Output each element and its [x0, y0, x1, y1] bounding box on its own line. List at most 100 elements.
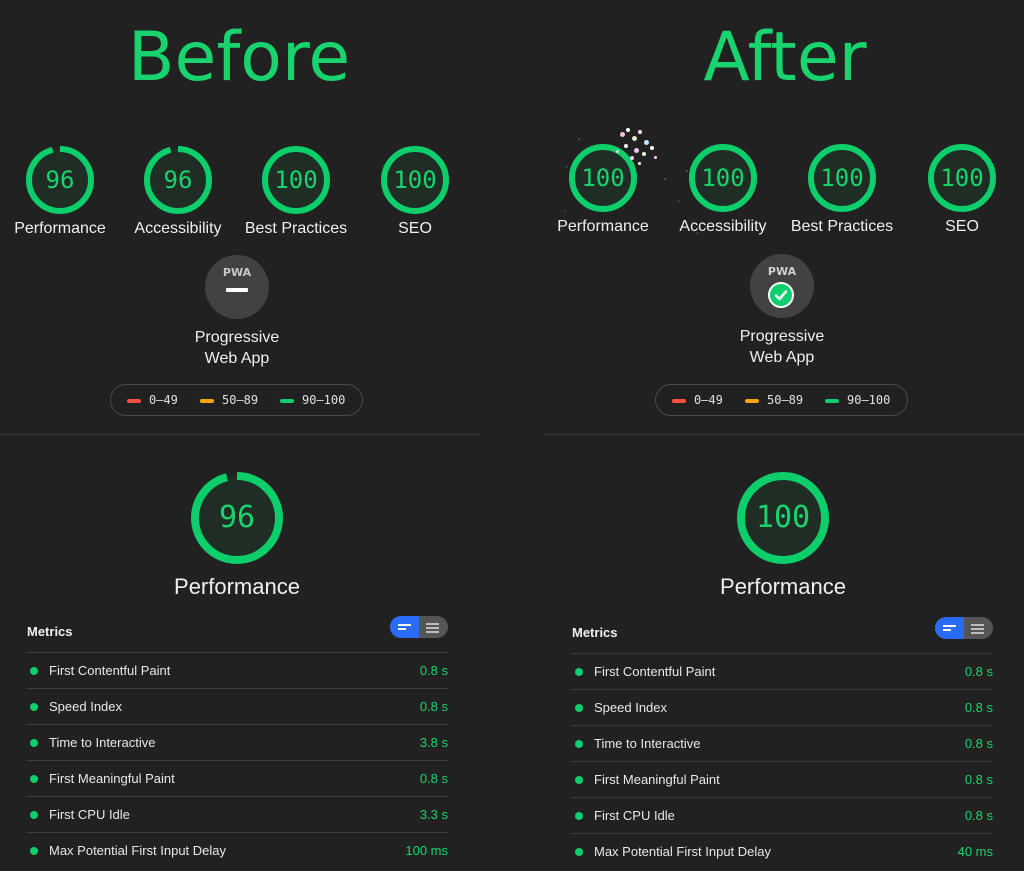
metric-value: 0.8 s	[419, 699, 448, 714]
metrics-view-toggle[interactable]	[390, 616, 448, 638]
after-panel: After 100 Performance 100 Accessibility …	[546, 0, 1024, 871]
metric-row: First Contentful Paint 0.8 s	[27, 653, 448, 689]
legend-item-average: 50–89	[200, 393, 258, 407]
pwa-label: Progressive Web App	[702, 326, 862, 368]
metrics-title: Metrics	[572, 625, 618, 640]
pwa-label-line1: Progressive	[194, 329, 280, 346]
metric-row: First Meaningful Paint 0.8 s	[572, 762, 993, 798]
pass-dot-icon	[575, 740, 583, 748]
pwa-label-line2: Web App	[749, 349, 815, 366]
score-value: 100	[581, 164, 625, 192]
pwa-gauge[interactable]: PWA Progressive Web App	[157, 255, 317, 369]
metric-name: First CPU Idle	[594, 808, 675, 823]
pass-dot-icon	[575, 776, 583, 784]
pass-dot-icon	[30, 739, 38, 747]
metric-name: First Meaningful Paint	[594, 772, 720, 787]
pass-dot-icon	[575, 848, 583, 856]
gauge-label: SEO	[945, 218, 979, 235]
pass-dot-icon	[30, 847, 38, 855]
gauge-best-practices[interactable]: 100 Best Practices	[782, 144, 902, 236]
compact-view-icon[interactable]	[390, 616, 419, 638]
score-value: 100	[940, 164, 984, 192]
metrics-view-toggle[interactable]	[935, 617, 993, 639]
metric-value: 0.8 s	[964, 664, 993, 679]
metric-name: Max Potential First Input Delay	[49, 843, 227, 858]
metric-name: First CPU Idle	[49, 807, 130, 822]
before-title: Before	[127, 18, 351, 97]
metric-value: 0.8 s	[964, 808, 993, 823]
pwa-gauge[interactable]: PWA Progressive Web App	[702, 254, 862, 368]
metric-value: 100 ms	[405, 843, 448, 858]
gauge-label: SEO	[398, 220, 432, 237]
score-value: 96	[218, 500, 256, 535]
metric-value: 0.8 s	[419, 771, 448, 786]
pwa-label-line1: Progressive	[739, 328, 825, 345]
red-dot-icon	[127, 398, 141, 403]
compact-view-icon[interactable]	[935, 617, 964, 639]
gauge-accessibility[interactable]: 96 Accessibility	[118, 146, 238, 238]
metric-name: First Contentful Paint	[594, 664, 716, 679]
dash-icon	[226, 288, 248, 292]
orange-dot-icon	[200, 398, 214, 403]
pass-dot-icon	[30, 775, 38, 783]
metric-row: Max Potential First Input Delay 100 ms	[27, 833, 448, 868]
metric-row: Speed Index 0.8 s	[27, 689, 448, 725]
legend-item-pass: 90–100	[280, 393, 345, 407]
score-legend: 0–49 50–89 90–100	[655, 384, 908, 416]
score-value: 100	[820, 164, 864, 192]
metric-name: First Meaningful Paint	[49, 771, 175, 786]
after-title: After	[703, 18, 867, 97]
pwa-label-line2: Web App	[204, 350, 270, 367]
pass-dot-icon	[30, 703, 38, 711]
gauge-seo[interactable]: 100 SEO	[902, 144, 1022, 236]
metric-name: Max Potential First Input Delay	[594, 844, 772, 859]
metrics-title: Metrics	[27, 624, 73, 639]
gauge-label: Best Practices	[790, 218, 894, 235]
gauge-accessibility[interactable]: 100 Accessibility	[663, 144, 783, 236]
pass-dot-icon	[30, 667, 38, 675]
score-value: 100	[393, 166, 437, 194]
gauge-performance[interactable]: 96 Performance	[0, 146, 120, 238]
divider	[0, 434, 478, 435]
metric-value: 3.3 s	[419, 807, 448, 822]
performance-title: Performance	[720, 574, 846, 599]
metric-value: 3.8 s	[419, 735, 448, 750]
score-value: 100	[755, 500, 811, 535]
gauge-seo[interactable]: 100 SEO	[355, 146, 475, 238]
metric-value: 0.8 s	[964, 736, 993, 751]
gauge-label: Performance	[14, 220, 106, 237]
pwa-logo: PWA	[222, 266, 252, 279]
pass-dot-icon	[575, 812, 583, 820]
performance-gauge-large: 100 Performance	[683, 472, 883, 600]
green-dot-icon	[280, 398, 294, 403]
gauge-best-practices[interactable]: 100 Best Practices	[236, 146, 356, 238]
metric-value: 0.8 s	[964, 772, 993, 787]
metric-value: 40 ms	[957, 844, 993, 859]
metric-row: Max Potential First Input Delay 40 ms	[572, 834, 993, 869]
checkmark-icon	[768, 282, 794, 308]
metric-row: First CPU Idle 3.3 s	[27, 797, 448, 833]
metric-row: First Contentful Paint 0.8 s	[572, 654, 993, 690]
pass-dot-icon	[575, 704, 583, 712]
orange-dot-icon	[745, 398, 759, 403]
metric-name: Time to Interactive	[594, 736, 701, 751]
pass-dot-icon	[30, 811, 38, 819]
pwa-logo: PWA	[767, 265, 797, 278]
red-dot-icon	[672, 398, 686, 403]
gauge-label: Performance	[557, 218, 649, 235]
metric-value: 0.8 s	[964, 700, 993, 715]
metric-row: First CPU Idle 0.8 s	[572, 798, 993, 834]
pass-dot-icon	[575, 668, 583, 676]
before-panel: Before 96 Performance 96 Accessibility 1…	[0, 0, 478, 871]
gauge-label: Accessibility	[134, 220, 222, 237]
performance-title: Performance	[174, 574, 300, 599]
metrics-section: Metrics First Contentful Paint 0.8 s Spee…	[27, 616, 448, 868]
pwa-badge: PWA	[205, 255, 269, 319]
gauge-label: Best Practices	[244, 220, 348, 237]
gauge-label: Accessibility	[679, 218, 767, 235]
score-value: 100	[274, 166, 318, 194]
legend-item-average: 50–89	[745, 393, 803, 407]
gauge-performance[interactable]: 100 Performance	[543, 144, 663, 236]
green-dot-icon	[825, 398, 839, 403]
metric-name: Speed Index	[594, 700, 668, 715]
